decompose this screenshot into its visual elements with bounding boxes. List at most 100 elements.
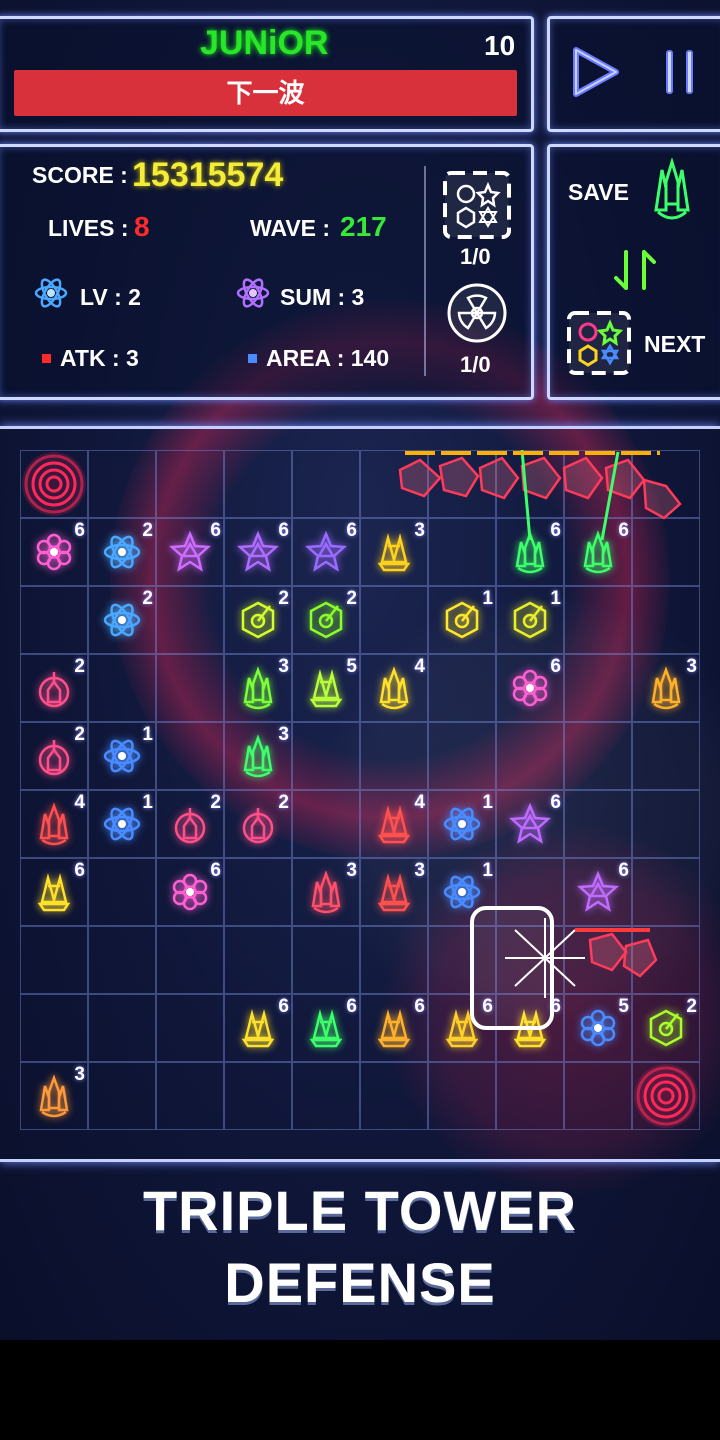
tower-star[interactable]: 6	[156, 518, 224, 586]
tower-ship[interactable]: 3	[292, 858, 360, 926]
tower-ship[interactable]: 4	[360, 654, 428, 722]
board-cell[interactable]	[292, 1062, 360, 1130]
tower-claw[interactable]: 6	[496, 994, 564, 1062]
board-cell[interactable]	[564, 450, 632, 518]
tower-claw[interactable]: 6	[360, 994, 428, 1062]
next-label[interactable]: NEXT	[644, 331, 705, 358]
tower-hex[interactable]: 2	[224, 586, 292, 654]
tower-ship[interactable]: 6	[496, 518, 564, 586]
board-cell[interactable]	[292, 790, 360, 858]
tower-ship[interactable]: 3	[632, 654, 700, 722]
board-cell[interactable]	[88, 994, 156, 1062]
tower-ship[interactable]: 4	[20, 790, 88, 858]
board-cell[interactable]	[88, 858, 156, 926]
tower-pod[interactable]: 2	[156, 790, 224, 858]
board-cell[interactable]	[496, 858, 564, 926]
tower-star[interactable]: 6	[564, 858, 632, 926]
board-cell[interactable]	[428, 518, 496, 586]
board-cell[interactable]	[428, 1062, 496, 1130]
board-cell[interactable]	[224, 450, 292, 518]
board-cell[interactable]	[428, 926, 496, 994]
pause-icon[interactable]	[660, 44, 700, 100]
board-cell[interactable]	[632, 926, 700, 994]
board-cell[interactable]	[564, 790, 632, 858]
tower-star[interactable]: 6	[496, 790, 564, 858]
board-cell[interactable]	[428, 450, 496, 518]
board-cell[interactable]	[632, 858, 700, 926]
tower-claw[interactable]: 3	[360, 518, 428, 586]
tower-ship[interactable]: 3	[224, 722, 292, 790]
board-cell[interactable]	[88, 450, 156, 518]
tower-claw[interactable]: 6	[224, 994, 292, 1062]
board-cell[interactable]	[20, 994, 88, 1062]
game-board[interactable]: 6 2 6 6 6 3 6 6 2 2 2 1 1 2 3 5 4 6 3 2 1 3 4 1 2 2 4 1 6 6 6 3 3 1 6 6 6 6 6 6…	[20, 450, 700, 1130]
board-cell[interactable]	[496, 926, 564, 994]
tower-flower[interactable]: 6	[20, 518, 88, 586]
board-cell[interactable]	[156, 586, 224, 654]
tower-ship[interactable]: 3	[20, 1062, 88, 1130]
board-cell[interactable]	[20, 586, 88, 654]
tower-pod[interactable]: 2	[224, 790, 292, 858]
board-cell[interactable]	[156, 722, 224, 790]
board-cell[interactable]	[224, 1062, 292, 1130]
board-cell[interactable]	[496, 450, 564, 518]
saved-tower-icon[interactable]	[648, 156, 696, 224]
board-cell[interactable]	[360, 586, 428, 654]
next-shapes-icon[interactable]	[566, 310, 632, 376]
swap-icon[interactable]	[612, 246, 658, 294]
board-cell[interactable]	[156, 926, 224, 994]
board-cell[interactable]	[88, 654, 156, 722]
board-cell[interactable]	[564, 1062, 632, 1130]
board-cell[interactable]	[88, 926, 156, 994]
board-cell[interactable]	[564, 586, 632, 654]
board-cell[interactable]	[360, 722, 428, 790]
tower-pod[interactable]: 2	[20, 722, 88, 790]
tower-flower[interactable]: 5	[564, 994, 632, 1062]
play-icon[interactable]	[568, 44, 622, 100]
tower-hex[interactable]: 1	[428, 586, 496, 654]
tower-hex[interactable]: 1	[496, 586, 564, 654]
board-cell[interactable]	[632, 586, 700, 654]
tower-flower[interactable]: 6	[156, 858, 224, 926]
board-cell[interactable]	[156, 1062, 224, 1130]
tower-claw[interactable]: 3	[360, 858, 428, 926]
board-cell[interactable]	[632, 450, 700, 518]
board-cell[interactable]	[496, 722, 564, 790]
board-cell[interactable]	[360, 1062, 428, 1130]
tower-pod[interactable]: 2	[20, 654, 88, 722]
tower-star[interactable]: 6	[292, 518, 360, 586]
tower-claw[interactable]: 6	[20, 858, 88, 926]
board-cell[interactable]	[632, 790, 700, 858]
board-cell[interactable]	[224, 858, 292, 926]
board-cell[interactable]	[428, 654, 496, 722]
board-cell[interactable]	[564, 926, 632, 994]
tower-atom[interactable]: 1	[428, 858, 496, 926]
tower-hex[interactable]: 2	[292, 586, 360, 654]
board-cell[interactable]	[292, 926, 360, 994]
board-cell[interactable]	[88, 1062, 156, 1130]
next-wave-button[interactable]: 下一波	[14, 70, 517, 116]
board-cell[interactable]	[428, 722, 496, 790]
tower-claw[interactable]: 5	[292, 654, 360, 722]
tower-ship[interactable]: 6	[564, 518, 632, 586]
board-cell[interactable]	[564, 722, 632, 790]
tower-atom[interactable]: 1	[428, 790, 496, 858]
tower-atom[interactable]: 1	[88, 790, 156, 858]
board-cell[interactable]	[156, 994, 224, 1062]
board-cell[interactable]	[360, 926, 428, 994]
tower-ship[interactable]: 3	[224, 654, 292, 722]
board-cell[interactable]	[20, 926, 88, 994]
board-cell[interactable]	[156, 654, 224, 722]
tower-atom[interactable]: 2	[88, 586, 156, 654]
save-label[interactable]: SAVE	[568, 179, 629, 206]
tower-atom[interactable]: 1	[88, 722, 156, 790]
board-cell[interactable]	[292, 450, 360, 518]
radiation-icon[interactable]	[446, 282, 508, 344]
board-cell[interactable]	[224, 926, 292, 994]
board-cell[interactable]	[292, 722, 360, 790]
tower-star[interactable]: 6	[224, 518, 292, 586]
board-cell[interactable]	[496, 1062, 564, 1130]
tower-claw[interactable]: 4	[360, 790, 428, 858]
board-cell[interactable]	[360, 450, 428, 518]
board-cell[interactable]	[632, 518, 700, 586]
